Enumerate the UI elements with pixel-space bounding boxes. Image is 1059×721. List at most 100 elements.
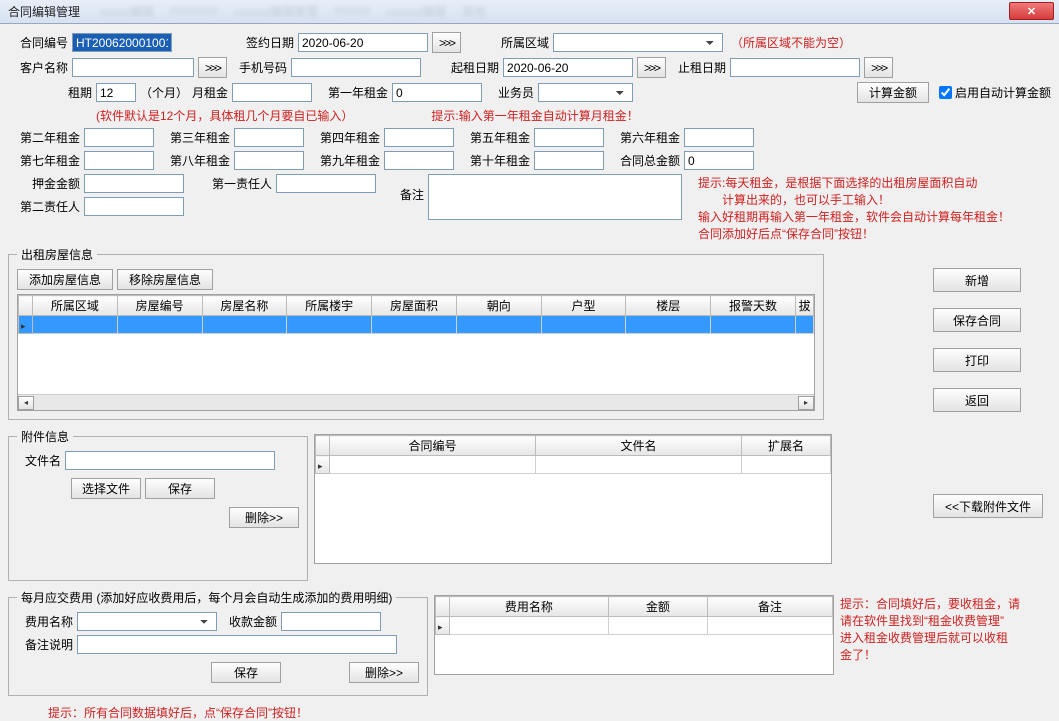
fee-col-name[interactable]: 费用名称 [450,597,609,617]
rent-hint-2: 计算出来的，也可以手工输入！ [698,191,1010,208]
save-contract-button[interactable]: 保存合同 [933,308,1021,332]
fee-amount-input[interactable] [281,612,381,631]
window-title: 合同编辑管理 [4,3,80,20]
attach-filename-input[interactable] [65,451,275,470]
year3-label: 第三年租金 [158,129,230,146]
attach-delete-button[interactable]: 删除>> [229,507,299,528]
year3-input[interactable] [234,128,304,147]
remark-textarea[interactable] [428,174,682,220]
year9-input[interactable] [384,151,454,170]
auto-calc-checkbox[interactable] [939,86,952,99]
resp1-label: 第一责任人 [212,175,272,192]
back-button[interactable]: 返回 [933,388,1021,412]
customer-label: 客户名称 [8,59,68,76]
fee-name-select[interactable] [77,612,217,631]
house-col-area[interactable]: 房屋面积 [372,296,457,316]
close-icon: ✕ [1027,5,1036,18]
year8-input[interactable] [234,151,304,170]
total-label: 合同总金额 [608,152,680,169]
choose-file-button[interactable]: 选择文件 [71,478,141,499]
attach-grid-row[interactable] [316,456,831,474]
house-col-floor[interactable]: 楼层 [626,296,711,316]
fee-grid-row[interactable] [436,617,833,635]
attach-col-ext[interactable]: 扩展名 [742,436,831,456]
remove-house-button[interactable]: 移除房屋信息 [117,269,213,290]
month-rent-input[interactable] [232,83,312,102]
resp2-input[interactable] [84,197,184,216]
salesman-select[interactable] [538,83,633,102]
house-col-building[interactable]: 所属楼宇 [287,296,372,316]
deposit-input[interactable] [84,174,184,193]
year10-input[interactable] [534,151,604,170]
end-date-label: 止租日期 [670,59,726,76]
sign-date-picker-button[interactable]: >>> [432,32,461,53]
fee-hint-4: 金了！ [840,646,1020,663]
customer-picker-button[interactable]: >>> [198,57,227,78]
contract-no-input[interactable] [72,33,172,52]
rent-hint-4: 合同添加好后点“保存合同”按钮！ [698,225,1010,242]
end-date-input[interactable] [730,58,860,77]
calc-amount-button[interactable]: 计算金额 [857,82,929,103]
house-col-name[interactable]: 房屋名称 [202,296,287,316]
sign-date-input[interactable] [298,33,428,52]
attach-col-contractno[interactable]: 合同编号 [330,436,536,456]
fee-col-amount[interactable]: 金额 [608,597,707,617]
start-date-input[interactable] [503,58,633,77]
fee-delete-button[interactable]: 删除>> [349,662,419,683]
house-legend: 出租房屋信息 [17,246,97,263]
total-input[interactable] [684,151,754,170]
resp1-input[interactable] [276,174,376,193]
year7-input[interactable] [84,151,154,170]
lease-input[interactable] [96,83,136,102]
year6-input[interactable] [684,128,754,147]
add-house-button[interactable]: 添加房屋信息 [17,269,113,290]
fee-name-label: 费用名称 [17,613,73,630]
attach-save-button[interactable]: 保存 [145,478,215,499]
end-date-picker-button[interactable]: >>> [864,57,893,78]
start-date-picker-button[interactable]: >>> [637,57,666,78]
attach-grid-rowhead [316,436,330,456]
year2-input[interactable] [84,128,154,147]
fee-grid[interactable]: 费用名称 金额 备注 [434,595,834,675]
deposit-label: 押金金额 [8,175,80,192]
scroll-right-icon[interactable]: ▸ [798,396,814,410]
fee-remark-input[interactable] [77,635,397,654]
new-button[interactable]: 新增 [933,268,1021,292]
print-button[interactable]: 打印 [933,348,1021,372]
fee-col-remark[interactable]: 备注 [708,597,833,617]
year4-input[interactable] [384,128,454,147]
resp2-label: 第二责任人 [8,198,80,215]
year7-label: 第七年租金 [8,152,80,169]
fee-hint-1: 提示：合同填好后，要收租金，请 [840,595,1020,612]
house-col-orientation[interactable]: 朝向 [456,296,541,316]
scroll-left-icon[interactable]: ◂ [18,396,34,410]
month-rent-label: 月租金 [192,84,228,101]
house-col-type[interactable]: 户型 [541,296,626,316]
fee-remark-label: 备注说明 [17,636,73,653]
house-col-region[interactable]: 所属区域 [33,296,118,316]
year5-input[interactable] [534,128,604,147]
phone-input[interactable] [291,58,421,77]
year2-label: 第二年租金 [8,129,80,146]
year1-rent-input[interactable] [392,83,482,102]
fee-fieldset: 每月应交费用 (添加好应收费用后，每个月会自动生成添加的费用明细) 费用名称 收… [8,589,428,696]
close-button[interactable]: ✕ [1009,2,1054,20]
house-grid[interactable]: 所属区域 房屋编号 房屋名称 所属楼宇 房屋面积 朝向 户型 楼层 报警天数 拔 [17,294,815,411]
house-grid-selected-row[interactable] [19,316,814,334]
house-col-alarm[interactable]: 报警天数 [711,296,796,316]
fee-grid-rowhead [436,597,450,617]
fee-save-button[interactable]: 保存 [211,662,281,683]
attach-col-filename[interactable]: 文件名 [536,436,742,456]
house-grid-scrollbar[interactable]: ◂ ▸ [18,394,814,410]
customer-input[interactable] [72,58,194,77]
auto-calc-checkbox-label[interactable]: 启用自动计算金额 [939,84,1051,101]
lease-hint: (软件默认是12个月，具体租几个月要自已输入） [96,107,353,124]
house-col-extra[interactable]: 拔 [796,296,814,316]
house-col-no[interactable]: 房屋编号 [117,296,202,316]
region-select[interactable] [553,33,723,52]
download-attach-button[interactable]: <<下载附件文件 [933,494,1043,518]
attach-grid[interactable]: 合同编号 文件名 扩展名 [314,434,832,564]
row-indicator-icon [19,316,33,334]
attach-fieldset: 附件信息 文件名 选择文件 保存 删除>> [8,428,308,581]
year8-label: 第八年租金 [158,152,230,169]
